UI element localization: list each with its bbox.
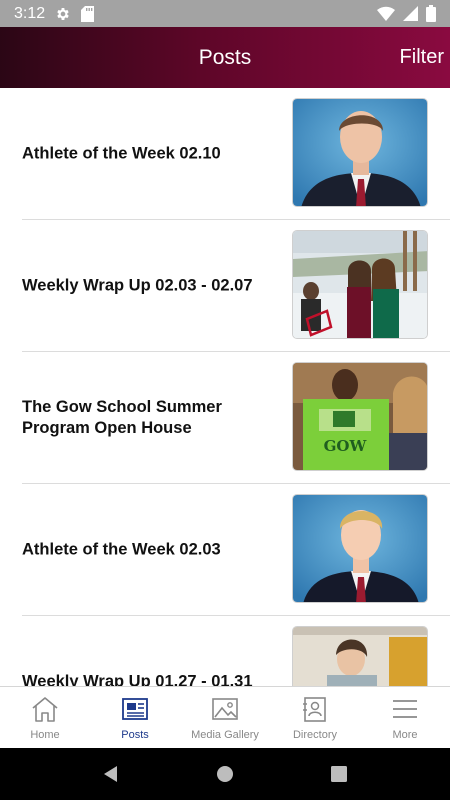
nav-media-gallery[interactable]: Media Gallery bbox=[180, 687, 270, 748]
nav-label: Directory bbox=[292, 729, 337, 741]
nav-label: More bbox=[392, 729, 418, 741]
wifi-icon bbox=[377, 6, 395, 21]
post-thumbnail bbox=[292, 230, 428, 339]
battery-icon bbox=[426, 5, 436, 22]
post-list[interactable]: Athlete of the Week 02.10 Weekly Wrap Up… bbox=[0, 88, 450, 686]
status-bar: 3:12 bbox=[0, 0, 450, 27]
app-header: Posts Filter bbox=[0, 27, 450, 88]
post-title: Weekly Wrap Up 01.27 - 01.31 bbox=[22, 672, 253, 686]
nav-label: Home bbox=[30, 729, 60, 741]
page-title: Posts bbox=[198, 46, 252, 69]
sd-card-icon bbox=[81, 5, 95, 22]
post-item[interactable]: Athlete of the Week 02.10 bbox=[22, 88, 450, 220]
home-icon bbox=[32, 697, 58, 722]
home-button-icon[interactable] bbox=[216, 765, 234, 783]
newspaper-icon bbox=[122, 698, 148, 720]
post-thumbnail: GOW bbox=[292, 362, 428, 471]
status-time: 3:12 bbox=[14, 4, 46, 22]
menu-icon bbox=[393, 700, 417, 718]
nav-more[interactable]: More bbox=[360, 687, 450, 748]
post-thumbnail bbox=[292, 494, 428, 603]
bottom-nav: Home Posts Media Gallery Directory More bbox=[0, 686, 450, 748]
post-title: Weekly Wrap Up 02.03 - 02.07 bbox=[22, 276, 253, 294]
nav-label: Posts bbox=[121, 729, 149, 741]
post-title: The Gow School Summer Program Open House bbox=[22, 397, 222, 437]
nav-label: Media Gallery bbox=[191, 729, 259, 741]
post-title: Athlete of the Week 02.10 bbox=[22, 144, 221, 162]
filter-button[interactable]: Filter bbox=[400, 27, 444, 88]
nav-directory[interactable]: Directory bbox=[270, 687, 360, 748]
contact-card-icon bbox=[303, 697, 326, 722]
post-title: Athlete of the Week 02.03 bbox=[22, 540, 221, 558]
system-nav-bar bbox=[0, 748, 450, 800]
image-icon bbox=[212, 698, 238, 720]
post-item[interactable]: Weekly Wrap Up 02.03 - 02.07 bbox=[22, 220, 450, 352]
post-item[interactable]: Weekly Wrap Up 01.27 - 01.31 bbox=[22, 616, 450, 686]
post-item[interactable]: Athlete of the Week 02.03 bbox=[22, 484, 450, 616]
back-icon[interactable] bbox=[102, 765, 120, 783]
recents-icon[interactable] bbox=[330, 765, 348, 783]
post-item[interactable]: The Gow School Summer Program Open House… bbox=[22, 352, 450, 484]
nav-home[interactable]: Home bbox=[0, 687, 90, 748]
gear-icon bbox=[57, 7, 69, 20]
nav-posts[interactable]: Posts bbox=[90, 687, 180, 748]
post-thumbnail bbox=[292, 98, 428, 207]
shirt-text: GOW bbox=[324, 437, 368, 455]
post-thumbnail bbox=[292, 626, 428, 686]
signal-icon bbox=[403, 6, 418, 21]
